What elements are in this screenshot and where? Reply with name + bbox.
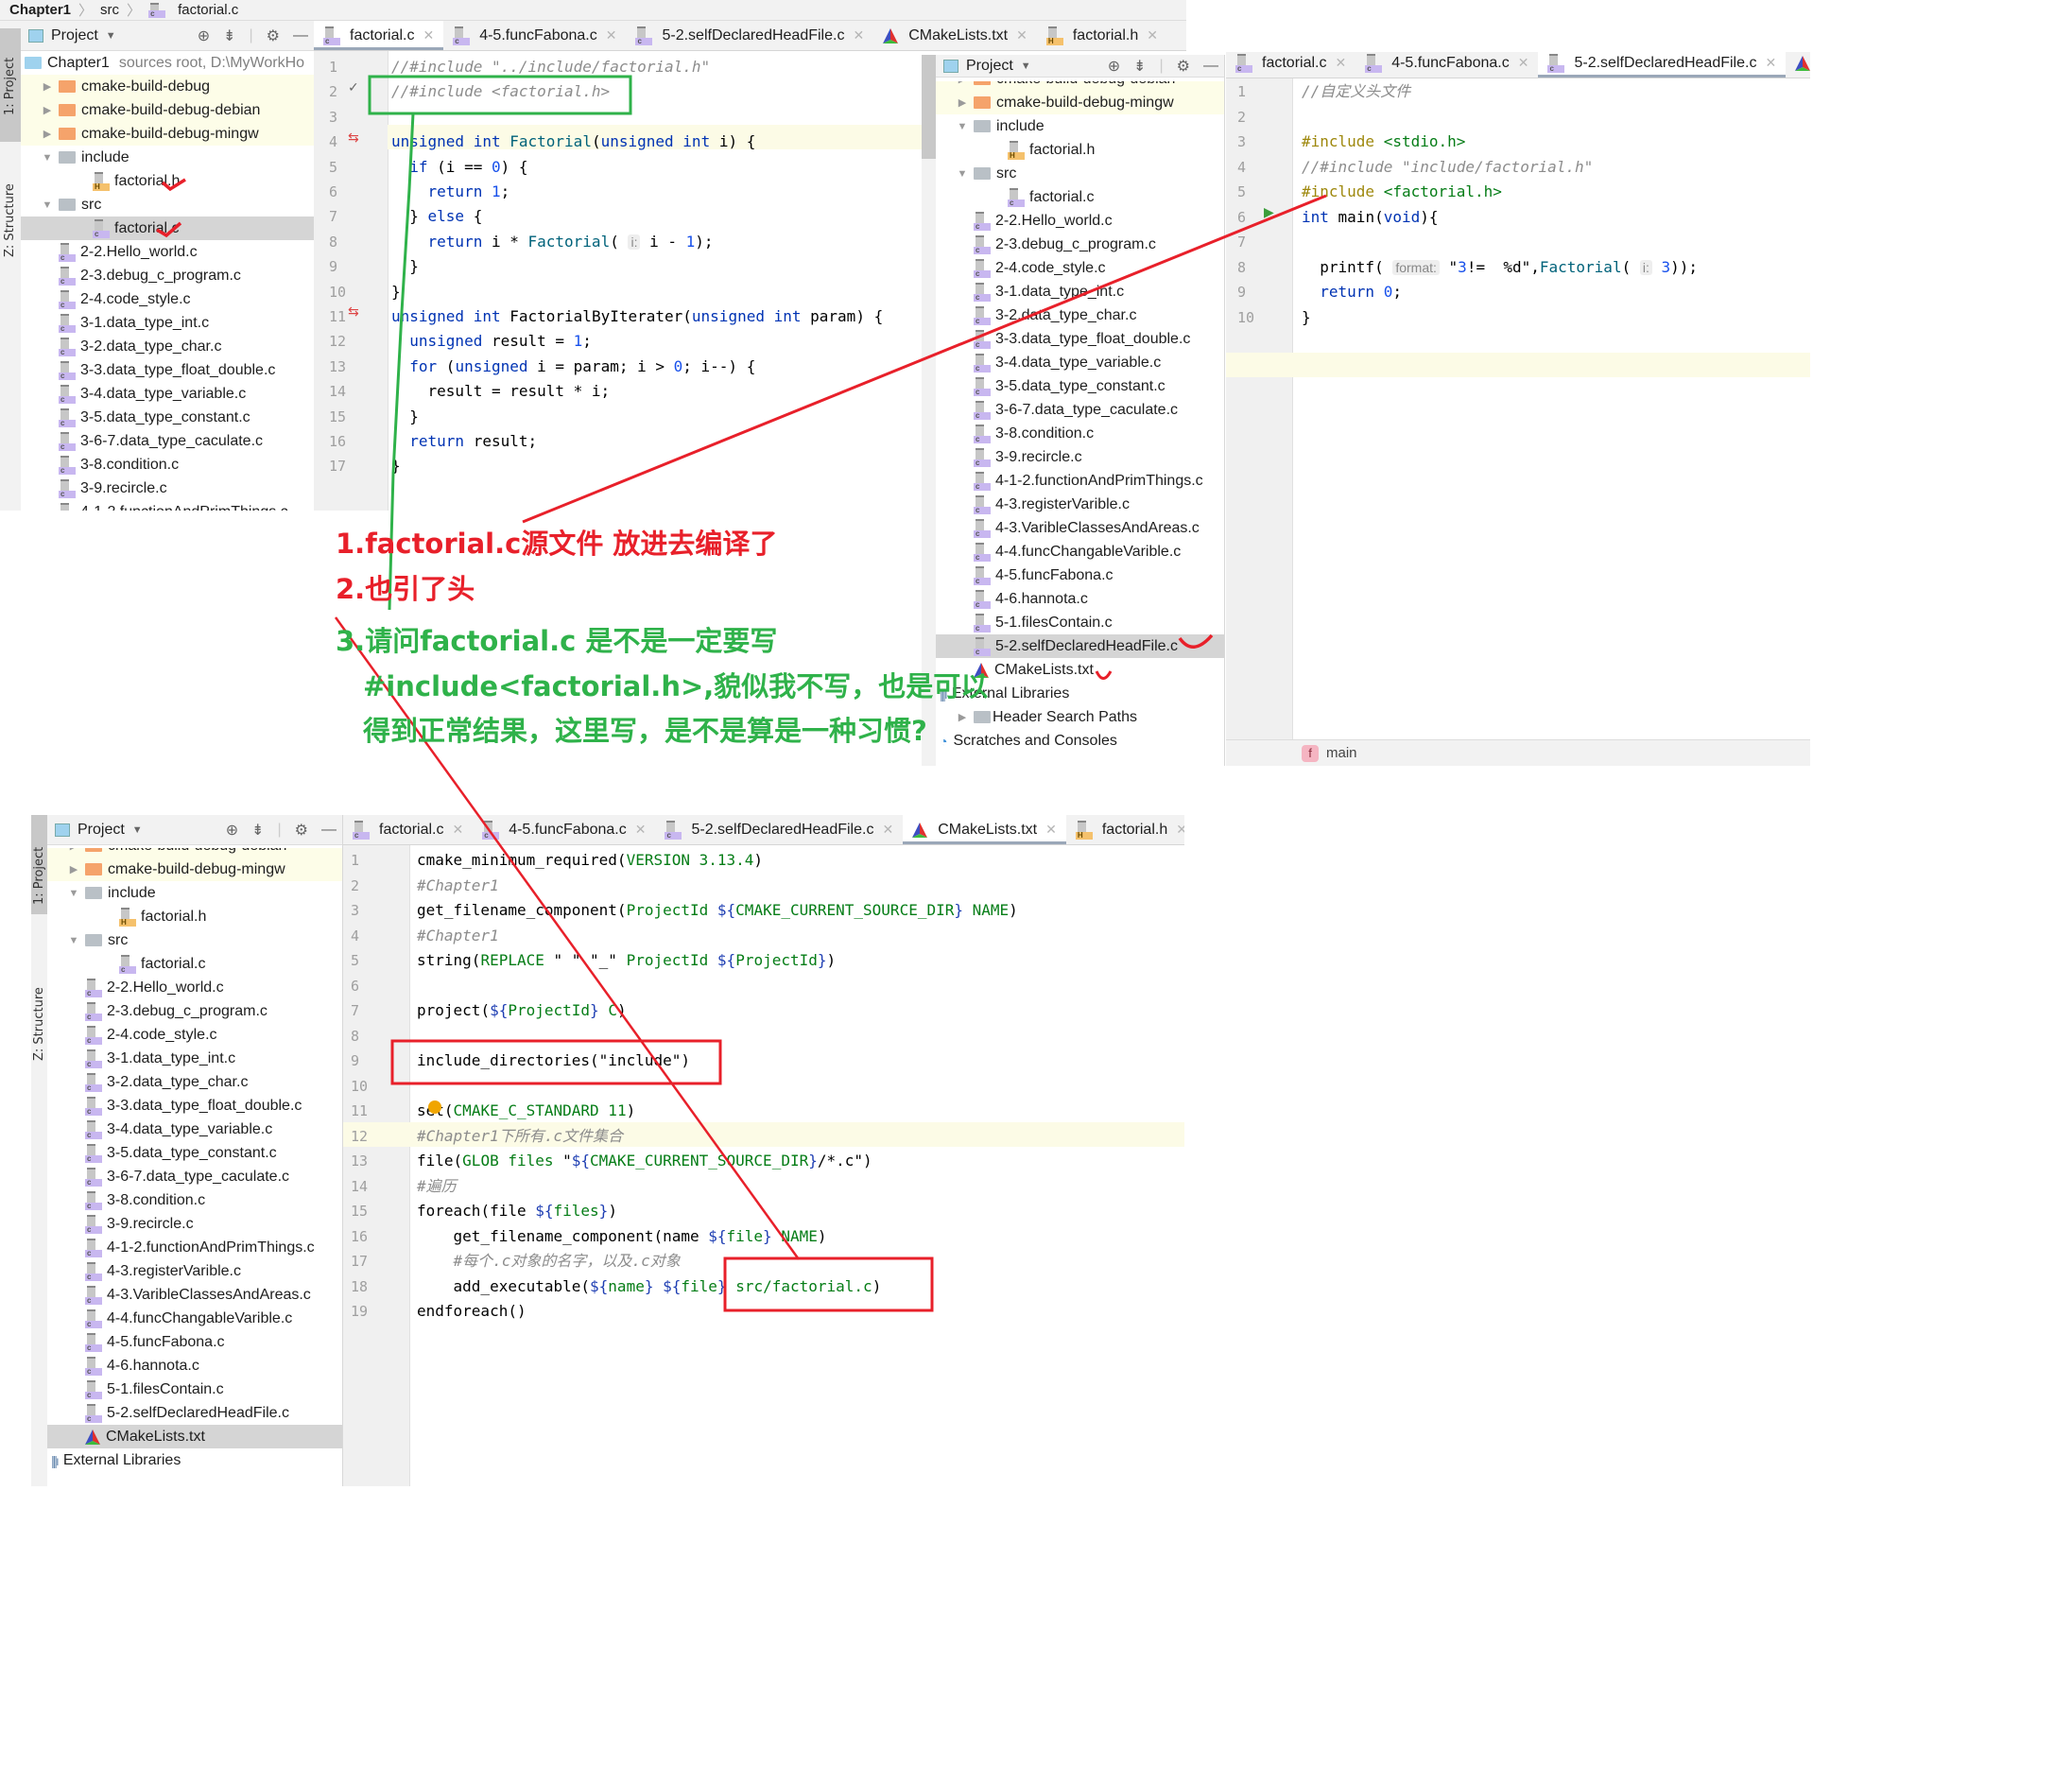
green-highlight-box <box>368 75 632 115</box>
check-mark-icon <box>161 178 186 192</box>
annotation-question-line-3: 得到正常结果，这里写，是不是算是一种习惯? <box>363 715 927 747</box>
check-mark-icon <box>1178 633 1214 649</box>
red-connector-line <box>522 194 1327 524</box>
annotation-question-line-1: 3.请问factorial.c 是不是一定要写 <box>336 625 778 657</box>
annotation-question-line-2: #include<factorial.h>,貌似我不写，也是可以 <box>363 670 989 702</box>
annotation-note-2: 2.也引了头 <box>336 573 475 605</box>
check-mark-icon <box>156 221 182 238</box>
annotation-overlay <box>156 75 1327 1312</box>
red-highlight-box <box>390 1039 722 1085</box>
annotation-note-1: 1.factorial.c源文件 放进去编译了 <box>336 528 778 560</box>
check-mark-icon <box>1095 670 1113 680</box>
red-highlight-box <box>723 1256 934 1312</box>
